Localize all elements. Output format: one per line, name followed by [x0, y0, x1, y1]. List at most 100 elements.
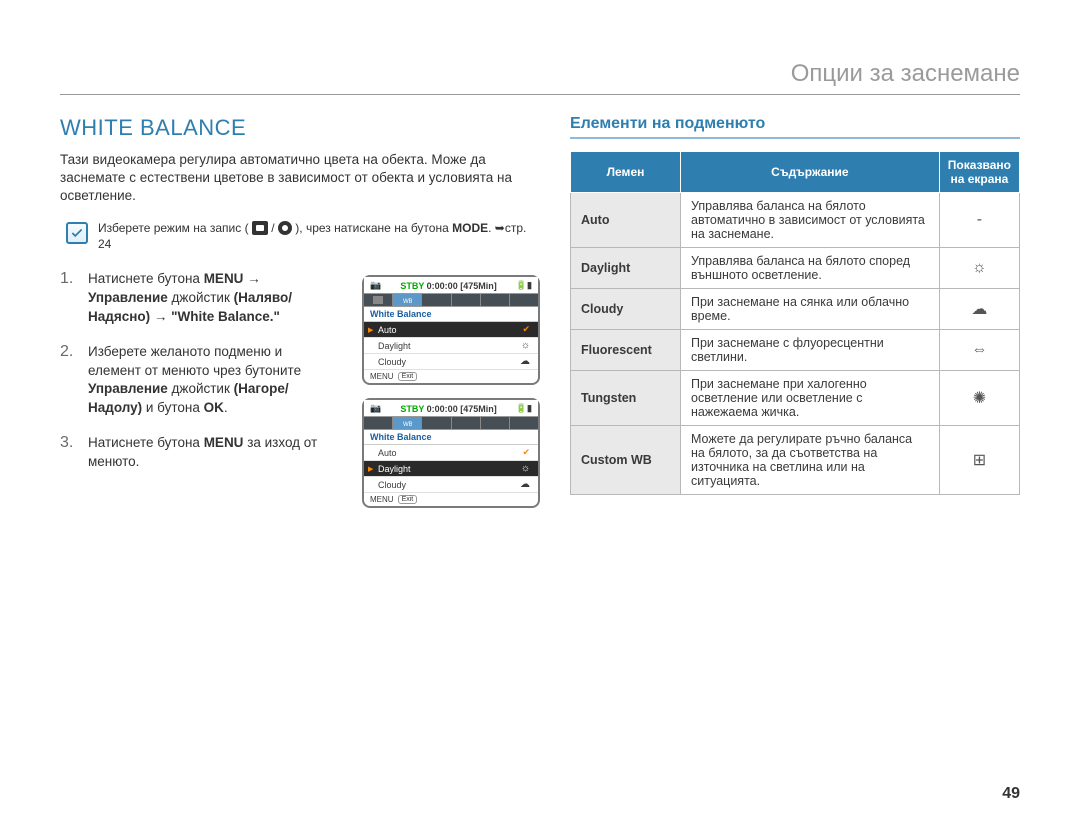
- chapter-title: Опции за заснемане: [60, 60, 1020, 95]
- opt-icon: ⇔: [939, 330, 1019, 371]
- note-block: Изберете режим на запис ( / ), чрез нати…: [66, 220, 540, 252]
- opt-desc: Можете да регулирате ръчно баланса на бя…: [681, 426, 940, 495]
- lcd-tab-wb: WB: [393, 294, 422, 306]
- section-title: WHITE BALANCE: [60, 115, 540, 141]
- lcd-item-label: Daylight: [378, 341, 411, 351]
- video-mode-icon: [252, 221, 268, 235]
- opt-desc: Управлява баланса на бялото според външн…: [681, 248, 940, 289]
- opt-icon: ☼: [939, 248, 1019, 289]
- lcd-tab: [422, 294, 451, 306]
- table-row: TungstenПри заснемане при халогенно осве…: [571, 371, 1020, 426]
- step-row: 3. Натиснете бутона MENU за изход от меню…: [60, 434, 320, 472]
- lcd-item-label: Cloudy: [378, 357, 406, 367]
- options-table: Лемен Съдържание Показвано на екрана Aut…: [570, 151, 1020, 495]
- svg-text:WB: WB: [403, 299, 412, 304]
- table-row: CloudyПри заснемане на сянка или облачно…: [571, 289, 1020, 330]
- opt-desc: При заснемане с флуоресцентни светлини.: [681, 330, 940, 371]
- opt-name: Auto: [571, 193, 681, 248]
- lcd-menu-label: MENU: [370, 495, 394, 504]
- lcd-tab-wb: WB: [393, 417, 422, 429]
- note-suffix: ), чрез натискане на бутона: [295, 221, 452, 235]
- th-name: Лемен: [571, 152, 681, 193]
- table-row: Custom WBМожете да регулирате ръчно бала…: [571, 426, 1020, 495]
- lcd-menu-title: White Balance: [364, 307, 538, 322]
- lcd-item-daylight: Daylight: [364, 338, 538, 354]
- note-prefix: Изберете режим на запис (: [98, 221, 252, 235]
- submenu-title: Елементи на подменюто: [570, 115, 1020, 139]
- intro-text: Тази видеокамера регулира автоматично цв…: [60, 151, 540, 206]
- battery-icon: 🔋▮: [516, 280, 532, 291]
- opt-desc: При заснемане на сянка или облачно време…: [681, 289, 940, 330]
- sun-icon: [521, 463, 530, 474]
- photo-mode-icon: [278, 221, 292, 235]
- lcd-tab: [510, 417, 538, 429]
- page-number: 49: [1002, 785, 1020, 803]
- opt-name: Tungsten: [571, 371, 681, 426]
- lcd-item-cloudy: Cloudy: [364, 354, 538, 370]
- cloud-icon: [520, 479, 530, 490]
- note-mode: MODE: [452, 221, 488, 235]
- lcd-tab: [364, 417, 393, 429]
- lcd-tab: [510, 294, 538, 306]
- lcd-rec-icon: 📷: [370, 280, 381, 291]
- opt-icon: -: [939, 193, 1019, 248]
- lcd-remain: [475Min]: [460, 404, 497, 414]
- lcd-time: 0:00:00: [427, 404, 458, 414]
- step-text: Натиснете бутона MENU за изход от менюто…: [88, 434, 320, 472]
- step-number: 2.: [60, 343, 80, 361]
- lcd-item-label: Daylight: [378, 464, 411, 474]
- lcd-tab: [422, 417, 451, 429]
- step-number: 3.: [60, 434, 80, 452]
- sun-icon: [521, 340, 530, 351]
- step-row: 1. Натиснете бутона MENU → Управление джо…: [60, 270, 320, 327]
- lcd-exit-btn: Exit: [398, 495, 418, 504]
- lcd-item-label: Cloudy: [378, 480, 406, 490]
- battery-icon: 🔋▮: [516, 403, 532, 414]
- lcd-time: 0:00:00: [427, 281, 458, 291]
- lcd-rec-icon: 📷: [370, 403, 381, 414]
- lcd-item-cloudy: Cloudy: [364, 477, 538, 493]
- opt-icon: ✺: [939, 371, 1019, 426]
- note-sep: /: [271, 221, 278, 235]
- lcd-preview-1: 📷 STBY 0:00:00 [475Min] 🔋▮ WB White Bala…: [362, 275, 540, 385]
- svg-text:WB: WB: [403, 422, 412, 427]
- lcd-menu-title: White Balance: [364, 430, 538, 445]
- check-icon: [522, 447, 530, 458]
- opt-desc: Управлява баланса на бялото автоматично …: [681, 193, 940, 248]
- lcd-exit-btn: Exit: [398, 372, 418, 381]
- opt-name: Daylight: [571, 248, 681, 289]
- check-icon: [522, 324, 530, 335]
- opt-icon: ⊞: [939, 426, 1019, 495]
- check-icon: [66, 222, 88, 244]
- lcd-remain: [475Min]: [460, 281, 497, 291]
- steps-block: 1. Натиснете бутона MENU → Управление джо…: [60, 270, 540, 472]
- table-row: DaylightУправлява баланса на бялото спор…: [571, 248, 1020, 289]
- lcd-menu-label: MENU: [370, 372, 394, 381]
- lcd-tab: [452, 417, 481, 429]
- opt-name: Fluorescent: [571, 330, 681, 371]
- opt-name: Custom WB: [571, 426, 681, 495]
- step-text: Натиснете бутона MENU → Управление джойс…: [88, 270, 320, 327]
- opt-icon: ☁: [939, 289, 1019, 330]
- cloud-icon: [520, 356, 530, 367]
- lcd-stby: STBY: [400, 404, 424, 414]
- opt-desc: При заснемане при халогенно осветление и…: [681, 371, 940, 426]
- lcd-item-auto: Auto: [364, 445, 538, 461]
- table-row: FluorescentПри заснемане с флуоресцентни…: [571, 330, 1020, 371]
- th-icon: Показвано на екрана: [939, 152, 1019, 193]
- lcd-stby: STBY: [400, 281, 424, 291]
- lcd-tab: [364, 294, 393, 306]
- step-number: 1.: [60, 270, 80, 288]
- lcd-item-label: Auto: [378, 325, 397, 335]
- lcd-preview-2: 📷 STBY 0:00:00 [475Min] 🔋▮ WB White Bala…: [362, 398, 540, 508]
- lcd-item-daylight: Daylight: [364, 461, 538, 477]
- th-desc: Съдържание: [681, 152, 940, 193]
- lcd-tab: [452, 294, 481, 306]
- table-row: AutoУправлява баланса на бялото автомати…: [571, 193, 1020, 248]
- step-row: 2.Изберете желаното подменю и елемент от…: [60, 343, 320, 419]
- opt-name: Cloudy: [571, 289, 681, 330]
- lcd-tab: [481, 294, 510, 306]
- lcd-item-label: Auto: [378, 448, 397, 458]
- lcd-item-auto: Auto: [364, 322, 538, 338]
- lcd-tab: [481, 417, 510, 429]
